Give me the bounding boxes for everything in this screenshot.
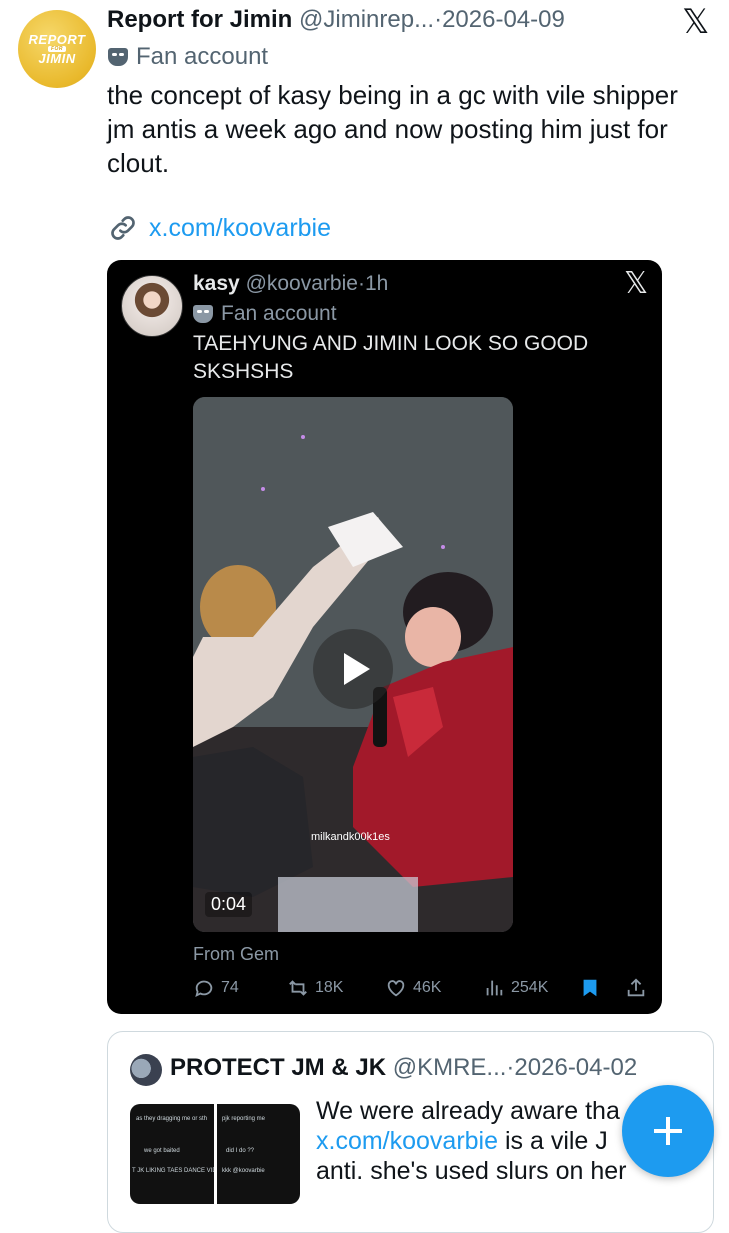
thumb-text: pjk reporting me [222,1116,266,1122]
tweet-text: the concept of kasy being in a gc with v… [107,80,678,178]
author-avatar[interactable]: REPORT FOR JIMIN [18,10,96,88]
video-duration: 0:04 [205,892,253,917]
fan-account-label: Fan account [108,43,268,71]
x-logo-icon: 𝕏 [682,2,710,42]
author-handle[interactable]: @Jiminrep... [299,6,434,33]
reply-action: 74 [193,977,239,999]
quoted-link[interactable]: x.com/koovarbie [316,1127,498,1155]
embedded-author-name: kasy [193,272,240,295]
post-date[interactable]: 2026-04-09 [442,6,565,33]
mask-icon [108,48,128,66]
quoted-date: 2026-04-02 [514,1054,638,1081]
like-action: 46K [385,977,441,999]
avatar-text-sub: JIMIN [38,51,76,66]
thumb-text: we got baited [144,1148,180,1154]
embedded-author-line: kasy @koovarbie·1h [193,272,388,296]
quoted-author-line: PROTECT JM & JK @KMRE...·2026-04-02 [170,1054,637,1082]
author-name[interactable]: Report for Jimin [107,6,292,33]
quoted-text-part: anti. she's used slurs on her [316,1157,627,1185]
bookmark-icon [583,979,597,997]
views-count: 254K [511,979,549,996]
quoted-author-name: PROTECT JM & JK [170,1054,387,1081]
quoted-avatar [130,1054,162,1086]
fan-account-text: Fan account [136,43,269,70]
embedded-tweet-text: TAEHYUNG AND JIMIN LOOK SO GOOD SKSHSHS [193,332,589,383]
mask-icon [193,305,213,323]
repost-action: 18K [287,977,343,999]
embedded-tweet-image[interactable]: kasy @koovarbie·1h 𝕏 Fan account TAEHYUN… [107,260,662,1014]
repost-icon [289,980,307,996]
separator: · [434,6,443,33]
tweet-link[interactable]: x.com/koovarbie [107,212,331,244]
thumb-text: as they dragging me or sth [136,1116,208,1122]
thumb-text: did I do ?? [226,1148,255,1154]
quoted-handle: @KMRE... [392,1054,507,1081]
video-watermark: milkandk00k1es [311,831,390,843]
embedded-fan-account-label: Fan account [193,302,337,326]
views-icon [486,980,503,996]
like-count: 46K [413,979,442,996]
x-logo-icon: 𝕏 [624,266,649,301]
author-line: Report for Jimin @Jiminrep...·2026-04-09 [107,6,565,34]
reply-count: 74 [221,979,239,996]
quoted-text-part: We were already aware tha [316,1097,620,1125]
quoted-text-part: is a vile J [498,1127,608,1155]
thumb-divider [214,1104,217,1204]
separator: · [357,272,365,295]
kasy-avatar [121,275,183,337]
video-thumbnail: milkandk00k1es 0:04 [193,397,513,932]
source-label: From Gem [193,944,280,964]
quoted-text: We were already aware tha x.com/koovarbi… [316,1096,636,1186]
heart-icon [387,980,405,997]
reply-icon [195,980,213,998]
thumb-text: T JK LIKING TAES DANCE VID [132,1168,217,1174]
avatar-text: REPORT [28,32,86,47]
quoted-media-thumbnail: as they dragging me or sth we got baited… [130,1104,300,1204]
compose-button[interactable] [622,1085,714,1177]
link-text[interactable]: x.com/koovarbie [149,214,331,243]
thumb-text: kkk @koovarbie [222,1168,265,1174]
embedded-handle: @koovarbie [245,272,358,295]
link-icon [111,216,135,240]
embedded-time: 1h [364,272,389,295]
fan-account-text: Fan account [221,302,337,325]
repost-count: 18K [315,979,344,996]
views-action: 254K [483,977,548,999]
share-icon [627,978,645,997]
play-icon [313,629,393,709]
